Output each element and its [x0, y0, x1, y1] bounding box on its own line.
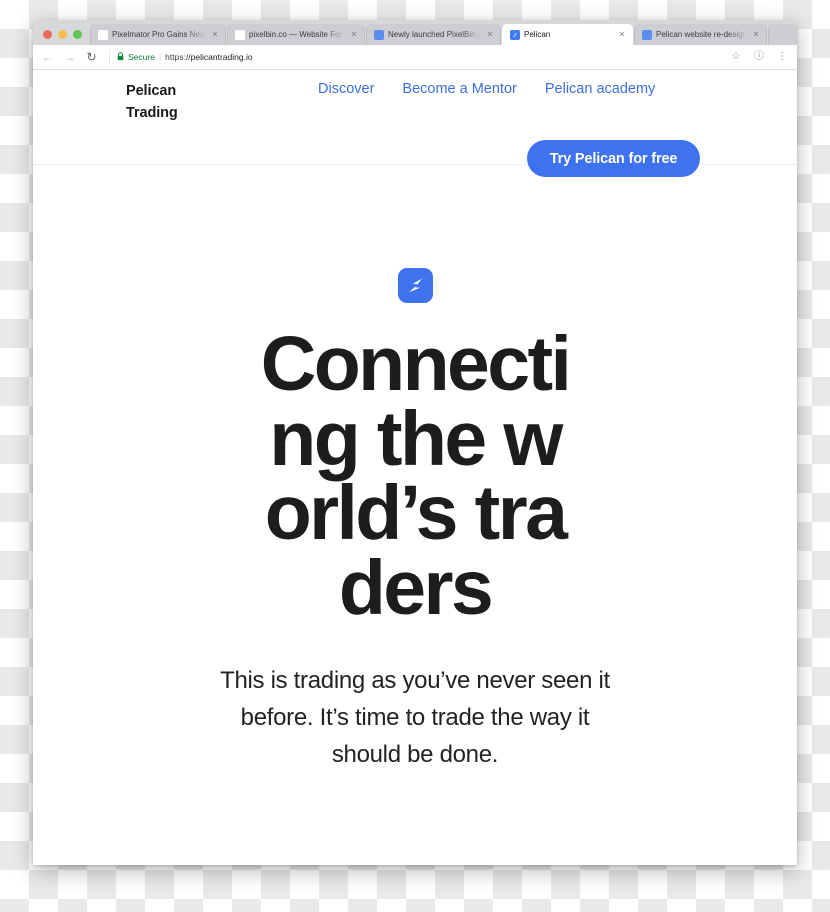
browser-tab[interactable]: Pelican website re-design – Dr ×	[634, 24, 767, 45]
blue-square-icon	[642, 29, 652, 40]
browser-window: ◉ Pixelmator Pro Gains New Exp × ◕ pixel…	[33, 20, 797, 865]
close-window-button[interactable]	[43, 30, 52, 39]
browser-tab-strip: ◉ Pixelmator Pro Gains New Exp × ◕ pixel…	[33, 20, 797, 45]
window-controls	[39, 30, 90, 45]
new-tab-button[interactable]	[768, 24, 797, 45]
try-pelican-for-free-button[interactable]: Try Pelican for free	[527, 140, 700, 177]
url-scheme: https://	[165, 52, 191, 62]
tab-title: Pelican	[524, 30, 551, 39]
hero-section: Connecting the world’s traders This is t…	[33, 268, 797, 865]
tab-title: Newly launched PixelBin.co is	[388, 30, 481, 39]
tab-list: ◉ Pixelmator Pro Gains New Exp × ◕ pixel…	[90, 24, 797, 45]
back-icon[interactable]: ←	[41, 51, 54, 64]
close-tab-button[interactable]: ×	[210, 30, 220, 39]
hero-title: Connecting the world’s traders	[260, 321, 572, 632]
address-bar[interactable]: Secure | https://pelicantrading.io	[109, 49, 720, 65]
screenshot-canvas: ◉ Pixelmator Pro Gains New Exp × ◕ pixel…	[0, 0, 830, 912]
info-icon[interactable]: ⓘ	[752, 50, 766, 64]
close-tab-button[interactable]: ×	[751, 30, 761, 39]
tab-title: Pelican website re-design – Dr	[656, 30, 747, 39]
close-tab-button[interactable]: ×	[485, 30, 495, 39]
minimize-window-button[interactable]	[58, 30, 67, 39]
pixelmator-icon: ◉	[98, 29, 108, 40]
nav-item-discover[interactable]: Discover	[318, 81, 374, 97]
nav-item-pelican-academy[interactable]: Pelican academy	[545, 81, 655, 97]
tab-title: pixelbin.co — Website For Sal	[249, 30, 345, 39]
browser-toolbar: ← → ↻ Secure | https://pelicantrading.io…	[33, 45, 797, 70]
tab-title: Pixelmator Pro Gains New Exp	[112, 30, 206, 39]
main-navigation: Discover Become a Mentor Pelican academy	[318, 81, 655, 97]
site-header: Pelican Trading Discover Become a Mentor…	[33, 70, 797, 177]
pixelbin-icon: ◕	[235, 29, 245, 40]
url-host: pelicantrading.io	[190, 52, 253, 62]
menu-icon[interactable]: ⋮	[775, 50, 789, 64]
pelican-icon	[510, 29, 520, 40]
hero-subtitle: This is trading as you’ve never seen it …	[220, 666, 610, 769]
reload-icon[interactable]: ↻	[85, 51, 98, 64]
close-tab-button[interactable]: ×	[617, 30, 627, 39]
secure-label: Secure	[128, 52, 155, 62]
close-tab-button[interactable]: ×	[349, 30, 359, 39]
nav-item-become-a-mentor[interactable]: Become a Mentor	[402, 81, 516, 97]
pelican-bird-icon	[397, 268, 433, 303]
omnibox-separator: |	[158, 52, 162, 62]
forward-icon[interactable]: →	[63, 51, 76, 64]
browser-tab[interactable]: ◉ Pixelmator Pro Gains New Exp ×	[90, 24, 226, 45]
bookmark-star-icon[interactable]: ☆	[729, 50, 743, 64]
lock-icon	[117, 51, 124, 63]
maximize-window-button[interactable]	[73, 30, 82, 39]
browser-tab[interactable]: Newly launched PixelBin.co is ×	[366, 24, 501, 45]
site-logo[interactable]: Pelican Trading	[126, 80, 206, 125]
browser-tab[interactable]: ◕ pixelbin.co — Website For Sal ×	[227, 24, 365, 45]
url-text: https://pelicantrading.io	[165, 52, 252, 62]
browser-tab-active[interactable]: Pelican ×	[502, 24, 633, 45]
blue-square-icon	[374, 29, 384, 40]
